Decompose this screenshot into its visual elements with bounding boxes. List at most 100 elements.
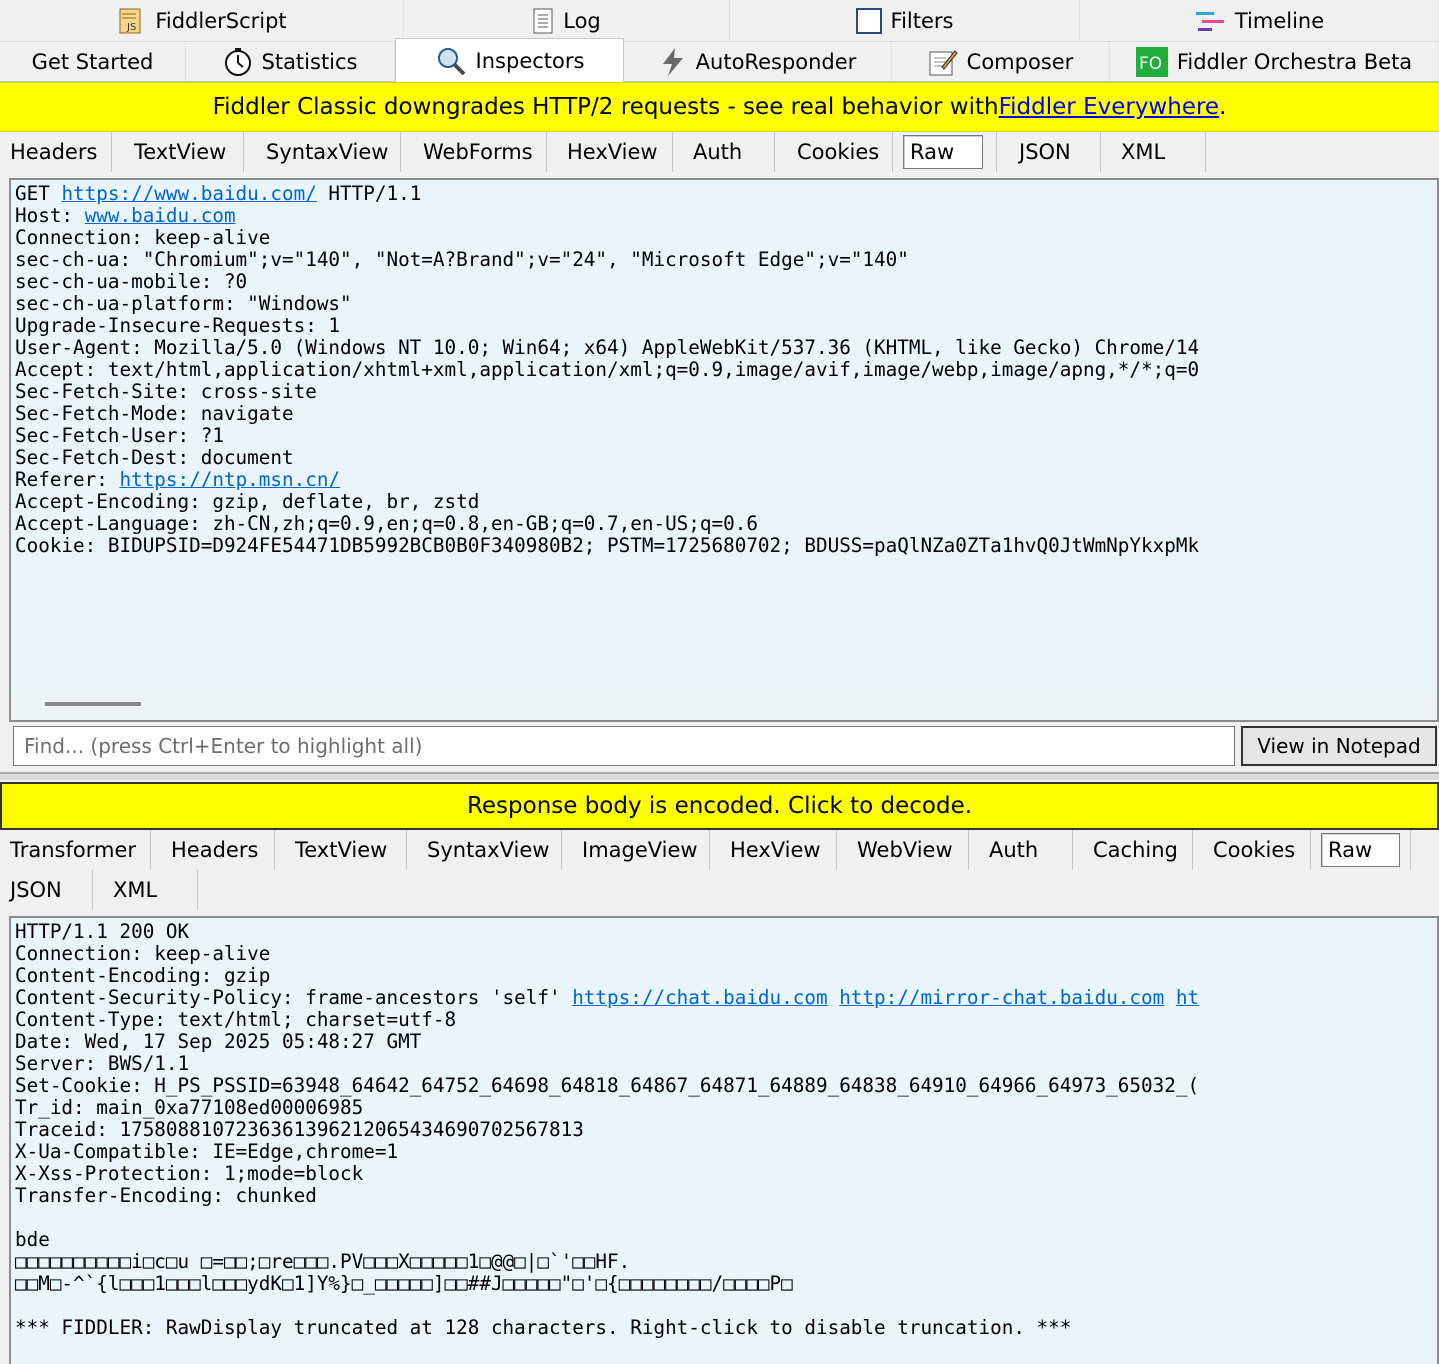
svg-text:FO: FO xyxy=(1139,54,1162,74)
url-link[interactable]: ht xyxy=(1176,986,1199,1009)
resp-tab-transformer[interactable]: Transformer xyxy=(0,830,151,870)
resp-tab-textview[interactable]: TextView xyxy=(275,830,407,870)
banner-text: Fiddler Classic downgrades HTTP/2 reques… xyxy=(212,94,999,120)
resp-tab-json[interactable]: JSON xyxy=(0,870,93,910)
url-link[interactable]: https://www.baidu.com/ xyxy=(61,182,316,205)
tab-filters[interactable]: Filters xyxy=(730,0,1080,41)
log-icon xyxy=(532,8,554,34)
response-line: X-Xss-Protection: 1;mode=block xyxy=(15,1162,364,1185)
req-tab-headers[interactable]: Headers xyxy=(0,132,112,172)
request-line: Sec-Fetch-User: ?1 xyxy=(15,424,224,447)
req-tab-webforms[interactable]: WebForms xyxy=(401,132,547,172)
response-inspector-tabs-row-1: Transformer Headers TextView SyntaxView … xyxy=(0,830,1439,870)
request-line: Host: www.baidu.com xyxy=(15,204,236,227)
banner-tail: . xyxy=(1219,94,1227,120)
response-line: Tr_id: main_0xa77108ed00006985 xyxy=(15,1096,364,1119)
horizontal-scrollbar[interactable] xyxy=(11,690,1437,720)
request-line: Connection: keep-alive xyxy=(15,226,271,249)
request-line: Accept: text/html,application/xhtml+xml,… xyxy=(15,358,1200,381)
req-tab-hexview[interactable]: HexView xyxy=(547,132,673,172)
tab-label: Fiddler Orchestra Beta xyxy=(1176,49,1413,74)
resp-tab-caching[interactable]: Caching xyxy=(1073,830,1193,870)
composer-icon xyxy=(928,47,958,77)
response-line: X-Ua-Compatible: IE=Edge,chrome=1 xyxy=(15,1140,399,1163)
view-in-notepad-button[interactable]: View in Notepad xyxy=(1241,726,1437,766)
request-raw-textarea[interactable]: GET https://www.baidu.com/ HTTP/1.1 Host:… xyxy=(9,178,1439,722)
tab-label: Get Started xyxy=(31,49,154,74)
req-tab-syntaxview[interactable]: SyntaxView xyxy=(244,132,401,172)
tab-get-started[interactable]: Get Started xyxy=(0,42,186,81)
tab-fiddlerscript[interactable]: JS FiddlerScript xyxy=(0,0,404,41)
response-inspector-tabs-row-2: JSON XML xyxy=(0,870,1439,912)
resp-tab-imageview[interactable]: ImageView xyxy=(562,830,710,870)
request-lines: GET https://www.baidu.com/ HTTP/1.1 Host:… xyxy=(15,183,1433,557)
response-line: Content-Type: text/html; charset=utf-8 xyxy=(15,1008,457,1031)
find-placeholder: Find... (press Ctrl+Enter to highlight a… xyxy=(24,734,423,758)
tab-label: Timeline xyxy=(1234,8,1325,33)
req-tab-cookies[interactable]: Cookies xyxy=(775,132,893,172)
request-inspector-tabs: Headers TextView SyntaxView WebForms Hex… xyxy=(0,132,1439,174)
request-line: sec-ch-ua: "Chromium";v="140", "Not=A?Br… xyxy=(15,248,909,271)
resp-tab-webview[interactable]: WebView xyxy=(837,830,969,870)
tab-log[interactable]: Log xyxy=(404,0,730,41)
response-lines: HTTP/1.1 200 OK Connection: keep-alive Con… xyxy=(15,921,1433,1339)
request-line: Accept-Language: zh-CN,zh;q=0.9,en;q=0.8… xyxy=(15,512,758,535)
req-tab-xml[interactable]: XML xyxy=(1101,132,1206,172)
tab-fiddler-orchestra[interactable]: FO Fiddler Orchestra Beta xyxy=(1110,42,1439,81)
req-tab-auth[interactable]: Auth xyxy=(673,132,775,172)
resp-tab-syntaxview[interactable]: SyntaxView xyxy=(407,830,562,870)
autoresponder-icon xyxy=(659,47,687,77)
tab-label: Log xyxy=(563,8,601,33)
url-link[interactable]: www.baidu.com xyxy=(85,204,236,227)
response-line: Server: BWS/1.1 xyxy=(15,1052,190,1075)
req-tab-raw[interactable]: Raw xyxy=(893,132,997,172)
resp-tab-hexview[interactable]: HexView xyxy=(710,830,837,870)
decode-text: Response body is encoded. Click to decod… xyxy=(466,793,973,819)
tab-inspectors[interactable]: Inspectors xyxy=(395,38,624,82)
tab-autoresponder[interactable]: AutoResponder xyxy=(624,42,892,81)
response-raw-textarea[interactable]: HTTP/1.1 200 OK Connection: keep-alive Con… xyxy=(9,916,1439,1364)
request-line: sec-ch-ua-mobile: ?0 xyxy=(15,270,248,293)
response-line: Traceid: 1758088107236361396212065434690… xyxy=(15,1118,584,1141)
req-tab-json[interactable]: JSON xyxy=(997,132,1101,172)
request-line: Cookie: BIDUPSID=D924FE54471DB5992BCB0B0… xyxy=(15,534,1200,557)
tab-composer[interactable]: Composer xyxy=(892,42,1110,81)
url-link[interactable]: http://mirror-chat.baidu.com xyxy=(839,986,1164,1009)
request-line: GET https://www.baidu.com/ HTTP/1.1 xyxy=(15,182,422,205)
response-line xyxy=(15,1295,1433,1317)
find-input[interactable]: Find... (press Ctrl+Enter to highlight a… xyxy=(13,726,1235,766)
tab-timeline[interactable]: Timeline xyxy=(1080,0,1439,41)
fiddler-everywhere-link[interactable]: Fiddler Everywhere xyxy=(999,94,1219,120)
request-line: Sec-Fetch-Mode: navigate xyxy=(15,402,294,425)
request-line: Referer: https://ntp.msn.cn/ xyxy=(15,468,341,491)
response-line: Set-Cookie: H_PS_PSSID=63948_64642_64752… xyxy=(15,1074,1200,1097)
response-line: □□□□□□□□□□i□c□u □=□□;□re□□□.PV□□□X□□□□□1… xyxy=(15,1250,631,1273)
resp-tab-xml[interactable]: XML xyxy=(93,870,198,910)
inspectors-icon xyxy=(435,45,467,77)
url-link[interactable]: https://chat.baidu.com xyxy=(572,986,827,1009)
svg-text:JS: JS xyxy=(126,22,136,33)
top-tabs-row-1: JS FiddlerScript Log Filters Timeline xyxy=(0,0,1439,42)
response-line: Connection: keep-alive xyxy=(15,942,271,965)
resp-tab-auth[interactable]: Auth xyxy=(969,830,1073,870)
tab-label: Filters xyxy=(890,8,954,33)
filters-checkbox-icon xyxy=(855,7,882,34)
response-line: *** FIDDLER: RawDisplay truncated at 128… xyxy=(15,1316,1072,1339)
request-line: Sec-Fetch-Dest: document xyxy=(15,446,294,469)
resp-tab-raw[interactable]: Raw xyxy=(1311,830,1411,870)
resp-tab-headers[interactable]: Headers xyxy=(151,830,275,870)
url-link[interactable]: https://ntp.msn.cn/ xyxy=(119,468,340,491)
response-decode-banner[interactable]: Response body is encoded. Click to decod… xyxy=(0,782,1439,830)
tab-label: FiddlerScript xyxy=(155,8,287,33)
pane-splitter[interactable] xyxy=(0,772,1439,780)
scrollbar-thumb[interactable] xyxy=(45,702,141,706)
tab-statistics[interactable]: Statistics xyxy=(186,42,395,81)
req-tab-textview[interactable]: TextView xyxy=(112,132,244,172)
request-line: Sec-Fetch-Site: cross-site xyxy=(15,380,317,403)
statistics-icon xyxy=(223,47,253,77)
request-line: Upgrade-Insecure-Requests: 1 xyxy=(15,314,341,337)
response-line: Transfer-Encoding: chunked xyxy=(15,1184,317,1207)
tab-label: Composer xyxy=(966,49,1074,74)
tab-label: Inspectors xyxy=(475,48,585,73)
resp-tab-cookies[interactable]: Cookies xyxy=(1193,830,1311,870)
